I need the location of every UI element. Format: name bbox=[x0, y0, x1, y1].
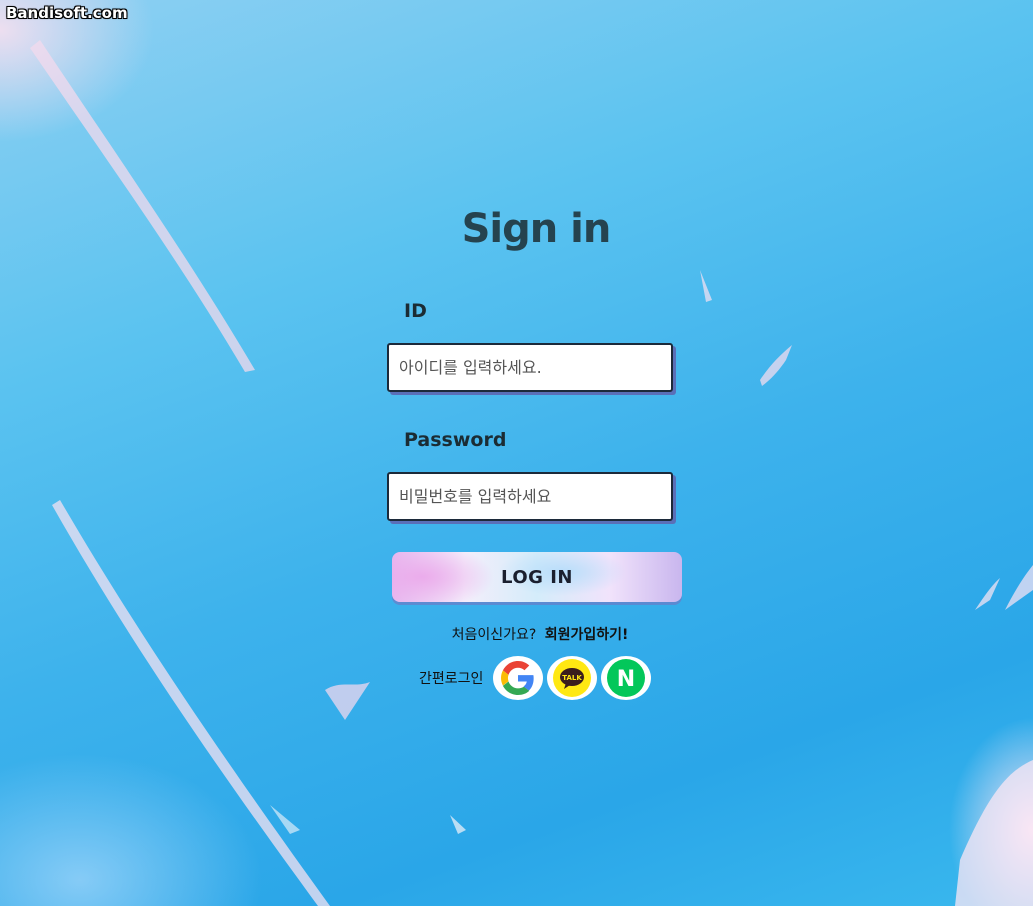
google-icon bbox=[501, 660, 535, 695]
first-time-text: 처음이신가요? bbox=[451, 627, 537, 643]
signup-row: 처음이신가요? 회원가입하기! bbox=[386, 624, 686, 644]
page-title: Sign in bbox=[461, 206, 612, 252]
id-input[interactable] bbox=[387, 343, 673, 392]
watermark-text: Bandisoft.com bbox=[6, 4, 128, 22]
kakaotalk-icon-text: TALK bbox=[563, 674, 583, 682]
signup-link[interactable]: 회원가입하기! bbox=[545, 627, 629, 643]
kakaotalk-icon: TALK bbox=[553, 658, 592, 697]
easy-login-row: 간편로그인 TALK N bbox=[419, 655, 655, 700]
password-label: Password bbox=[404, 429, 507, 451]
naver-icon: N bbox=[607, 658, 646, 697]
login-button[interactable]: LOG IN bbox=[392, 552, 682, 602]
naver-icon-text: N bbox=[617, 667, 635, 692]
kakao-login-button[interactable]: TALK bbox=[547, 655, 598, 700]
google-login-button[interactable] bbox=[493, 655, 544, 700]
password-input[interactable] bbox=[387, 472, 673, 521]
easy-login-label: 간편로그인 bbox=[419, 670, 484, 687]
naver-login-button[interactable]: N bbox=[601, 655, 652, 700]
id-label: ID bbox=[404, 300, 427, 322]
background-sky bbox=[30, 40, 1033, 906]
